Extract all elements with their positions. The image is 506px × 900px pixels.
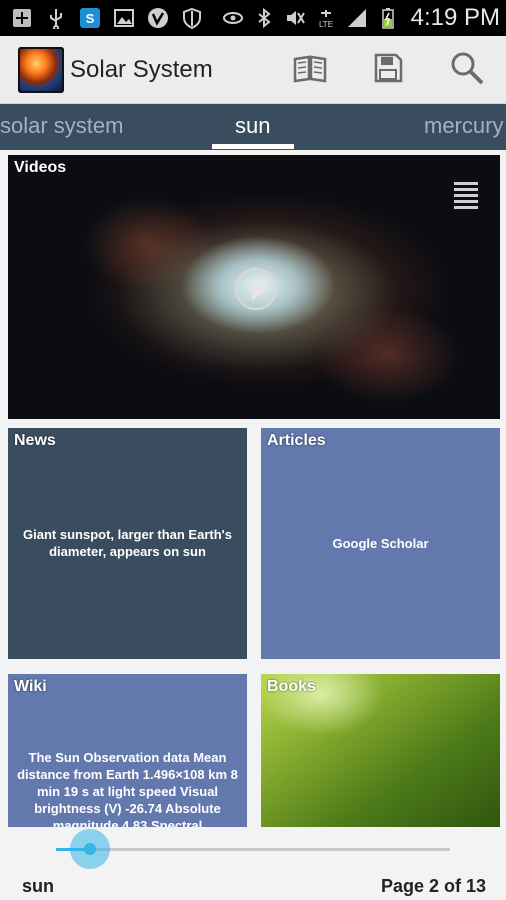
svg-text:LTE: LTE <box>319 20 333 29</box>
video-caption <box>92 398 432 408</box>
page-slider-track[interactable] <box>56 848 450 851</box>
save-icon <box>369 49 407 92</box>
wiki-tile-label: Wiki <box>14 678 47 695</box>
app-screen: S LTE 4:19 PM Solar System solar system … <box>0 0 506 900</box>
book-cover-image <box>379 744 494 827</box>
vine-icon <box>146 7 170 29</box>
app-title: Solar System <box>70 56 213 83</box>
shield-icon <box>180 7 204 29</box>
videos-tile[interactable]: Videos <box>8 155 500 419</box>
mute-icon <box>283 7 307 29</box>
action-bar: Solar System <box>0 36 506 104</box>
save-button[interactable] <box>368 50 408 90</box>
news-tile-label: News <box>14 432 56 449</box>
wiki-excerpt: The Sun Observation data Mean distance f… <box>17 750 238 827</box>
play-icon[interactable] <box>235 268 277 310</box>
bluetooth-icon <box>252 7 276 29</box>
add-icon <box>10 7 34 29</box>
tab-solar-system[interactable]: solar system <box>0 104 123 150</box>
search-icon <box>448 49 486 92</box>
search-button[interactable] <box>447 50 487 90</box>
books-tile-label: Books <box>267 678 316 695</box>
news-headline: Giant sunspot, larger than Earth's diame… <box>23 527 232 559</box>
book-button[interactable] <box>290 50 330 90</box>
videos-tile-label: Videos <box>14 159 67 176</box>
status-bar: S LTE 4:19 PM <box>0 0 506 36</box>
skype-icon: S <box>78 7 102 29</box>
usb-icon <box>44 7 68 29</box>
list-icon[interactable] <box>454 182 478 210</box>
book-icon <box>291 49 329 92</box>
wiki-tile[interactable]: Wiki The Sun Observation data Mean dista… <box>8 674 247 827</box>
news-tile[interactable]: News Giant sunspot, larger than Earth's … <box>8 428 247 659</box>
clock: 4:19 PM <box>410 4 500 31</box>
battery-charging-icon <box>376 7 400 29</box>
books-tile[interactable]: Books <box>261 674 500 827</box>
image-icon <box>112 7 136 29</box>
app-logo[interactable] <box>18 47 64 93</box>
articles-tile-label: Articles <box>267 432 326 449</box>
tab-mercury[interactable]: mercury <box>424 104 503 150</box>
articles-tile[interactable]: Articles Google Scholar <box>261 428 500 659</box>
signal-icon <box>345 7 369 29</box>
active-tab-indicator <box>212 144 294 149</box>
articles-source: Google Scholar <box>332 536 429 551</box>
svg-text:S: S <box>86 11 95 26</box>
lte-icon: LTE <box>314 7 338 29</box>
eye-icon <box>221 7 245 29</box>
page-slider-thumb[interactable] <box>70 829 110 869</box>
current-topic: sun <box>22 876 55 896</box>
page-indicator: Page 2 of 13 <box>380 876 486 896</box>
